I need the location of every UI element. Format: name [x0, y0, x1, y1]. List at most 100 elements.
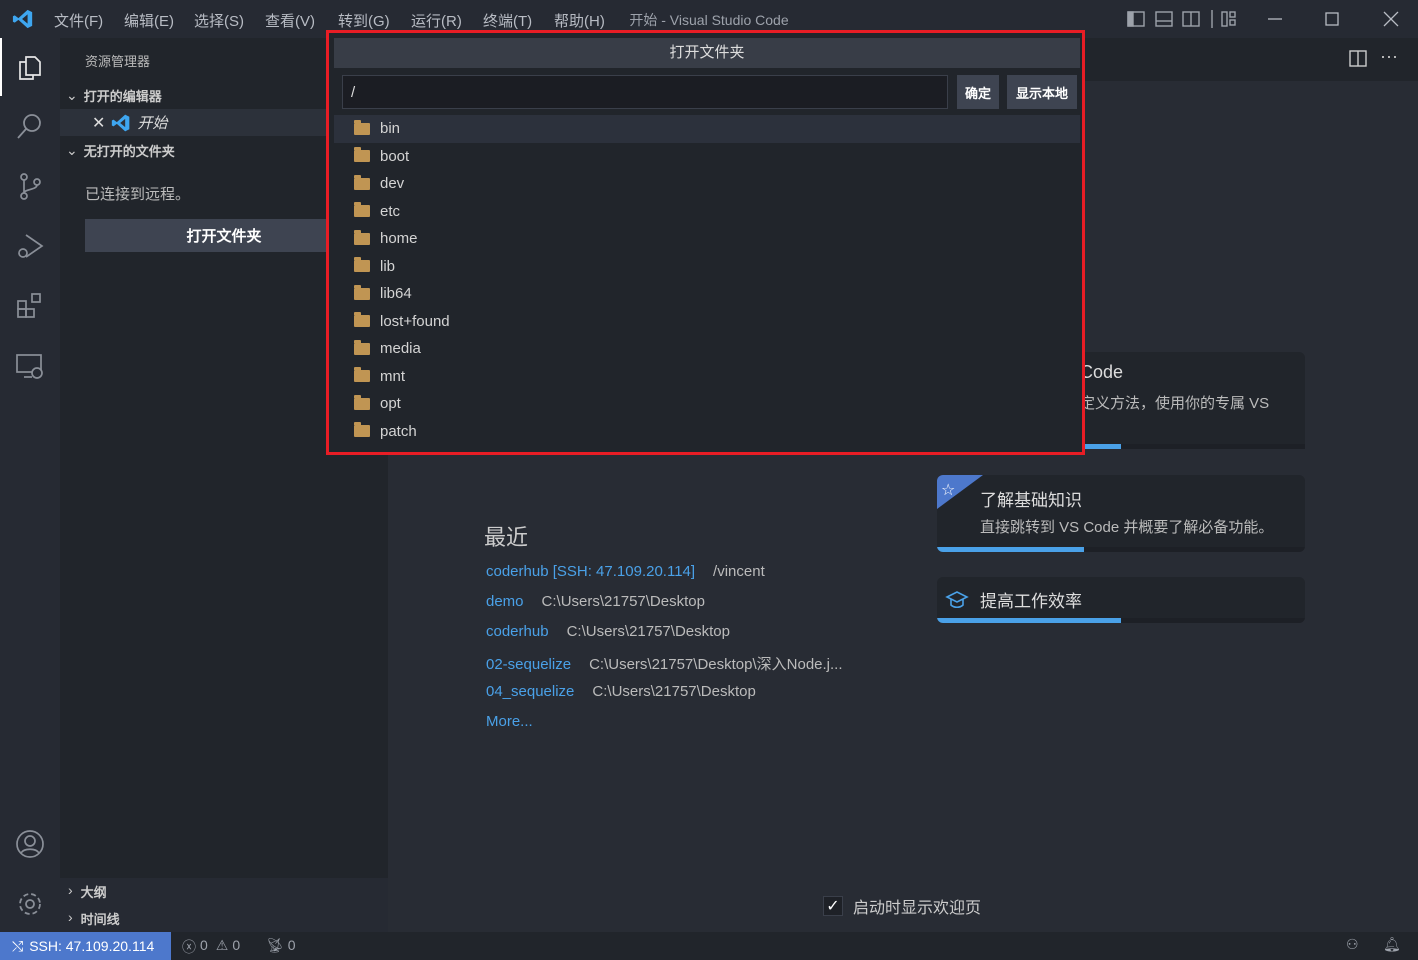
- recent-link[interactable]: 02-sequelize: [486, 656, 571, 673]
- svg-text:☆: ☆: [941, 482, 955, 499]
- folder-name: home: [380, 230, 418, 248]
- menu-selection[interactable]: 选择(S): [194, 10, 244, 31]
- open-folder-dialog: 打开文件夹 确定 显示本地 bin boot dev etc home lib lib64 l…: [326, 30, 1085, 455]
- star-icon: ☆: [937, 475, 983, 509]
- recent-heading: 最近: [484, 525, 529, 550]
- startup-checkbox[interactable]: ✓: [823, 896, 843, 916]
- remote-indicator[interactable]: ⤭ SSH: 47.109.20.114: [0, 932, 171, 960]
- menu-help[interactable]: 帮助(H): [554, 10, 605, 31]
- menu-view[interactable]: 查看(V): [265, 10, 315, 31]
- accounts-icon[interactable]: [0, 816, 60, 872]
- folder-icon: [354, 119, 370, 135]
- folder-name: lib64: [380, 285, 412, 303]
- show-local-button[interactable]: 显示本地: [1007, 75, 1077, 109]
- folder-list-item[interactable]: etc: [334, 198, 1080, 226]
- menu-terminal[interactable]: 终端(T): [483, 10, 532, 31]
- menu-run[interactable]: 运行(R): [411, 10, 462, 31]
- recent-link[interactable]: 04_sequelize: [486, 683, 574, 700]
- walkthrough-card-productivity[interactable]: 提高工作效率: [937, 577, 1305, 623]
- notifications-bell-icon[interactable]: 🔔︎: [1383, 936, 1401, 953]
- vscode-file-icon: [112, 114, 130, 131]
- folder-icon: [354, 284, 370, 300]
- source-control-icon[interactable]: [0, 158, 60, 214]
- folder-list-item[interactable]: lost+found: [334, 308, 1080, 336]
- recent-path: C:\Users\21757\Desktop: [592, 683, 756, 700]
- card-description: 定义方法，使用你的专属 VS: [1080, 395, 1270, 412]
- more-recent-link[interactable]: More...: [486, 713, 533, 730]
- run-debug-icon[interactable]: [0, 218, 60, 274]
- folder-list-item[interactable]: lib64: [334, 280, 1080, 308]
- recent-path: C:\Users\21757\Desktop: [566, 623, 730, 640]
- menu-edit[interactable]: 编辑(E): [124, 10, 174, 31]
- folder-list-item[interactable]: media: [334, 335, 1080, 363]
- split-editor-icon[interactable]: [1348, 50, 1368, 68]
- outline-section[interactable]: › 大纲: [68, 882, 107, 901]
- folder-name: media: [380, 340, 421, 358]
- chevron-right-icon: ›: [68, 882, 73, 898]
- folder-list-item[interactable]: mnt: [334, 363, 1080, 391]
- more-actions-icon[interactable]: ···: [1380, 46, 1398, 67]
- warning-count: 0: [232, 937, 241, 953]
- recent-item: 04_sequelize C:\Users\21757\Desktop: [486, 683, 843, 713]
- recent-link[interactable]: coderhub [SSH: 47.109.20.114]: [486, 563, 695, 580]
- section-label: 打开的编辑器: [83, 88, 162, 104]
- problems-indicator[interactable]: ⓧ 0 ⚠ 0: [182, 937, 240, 957]
- folder-icon: [354, 422, 370, 438]
- folder-icon: [354, 174, 370, 190]
- section-label: 大纲: [80, 885, 107, 900]
- walkthrough-card-basics[interactable]: ☆ 了解基础知识 直接跳转到 VS Code 并概要了解必备功能。: [937, 475, 1305, 552]
- folder-name: lost+found: [380, 312, 450, 330]
- recent-item: 02-sequelize C:\Users\21757\Desktop\深入Nod…: [486, 653, 843, 683]
- folder-list-item[interactable]: lib: [334, 253, 1080, 281]
- folder-name: opt: [380, 395, 401, 413]
- folder-name: dev: [380, 175, 405, 193]
- timeline-section[interactable]: › 时间线: [68, 909, 120, 928]
- recent-path: C:\Users\21757\Desktop: [541, 593, 705, 610]
- open-editor-label: 开始: [137, 115, 168, 132]
- mortarboard-icon: [945, 591, 969, 609]
- search-icon[interactable]: [0, 98, 60, 154]
- folder-list-item[interactable]: boot: [334, 143, 1080, 171]
- customize-layout-icon[interactable]: [1221, 11, 1228, 27]
- show-on-startup[interactable]: ✓ 启动时显示欢迎页: [823, 894, 981, 918]
- recent-path: /vincent: [713, 563, 765, 580]
- folder-name: boot: [380, 147, 410, 165]
- folder-path-input[interactable]: [342, 75, 948, 109]
- folder-list-item[interactable]: patch: [334, 418, 1080, 446]
- connected-message: 已连接到远程。: [85, 186, 191, 203]
- folder-list-item[interactable]: opt: [334, 390, 1080, 418]
- folder-name: mnt: [380, 367, 406, 385]
- error-count: 0: [200, 937, 208, 953]
- folder-icon: [354, 147, 370, 163]
- section-label: 无打开的文件夹: [83, 143, 175, 159]
- open-folder-button[interactable]: 打开文件夹: [85, 219, 363, 252]
- close-window-icon[interactable]: [1383, 11, 1399, 27]
- menu-file[interactable]: 文件(F): [54, 10, 103, 31]
- chevron-down-icon: ⌄: [66, 86, 78, 103]
- settings-gear-icon[interactable]: [0, 876, 60, 932]
- remote-label: SSH: 47.109.20.114: [29, 938, 155, 954]
- ok-button[interactable]: 确定: [957, 75, 999, 109]
- window-controls: [1268, 11, 1399, 27]
- startup-label: 启动时显示欢迎页: [853, 900, 982, 917]
- folder-list-item[interactable]: dev: [334, 170, 1080, 198]
- menu-go[interactable]: 转到(G): [338, 10, 390, 31]
- remote-explorer-icon[interactable]: [0, 338, 60, 394]
- toggle-panel-icon[interactable]: [1155, 11, 1173, 27]
- card-title: 了解基础知识: [980, 491, 1082, 510]
- close-icon[interactable]: ✕: [92, 113, 105, 133]
- recent-path: C:\Users\21757\Desktop\深入Node.j...: [589, 656, 843, 673]
- folder-list-item[interactable]: home: [334, 225, 1080, 253]
- chevron-down-icon: ⌄: [66, 141, 78, 158]
- folder-name: patch: [380, 422, 417, 440]
- folder-list-item[interactable]: bin: [334, 115, 1080, 143]
- maximize-icon[interactable]: [1325, 12, 1339, 26]
- recent-link[interactable]: coderhub: [486, 623, 549, 640]
- ports-indicator[interactable]: 📡︎ 0: [266, 937, 296, 954]
- recent-link[interactable]: demo: [486, 593, 524, 610]
- folder-name: lib: [380, 257, 396, 275]
- explorer-icon[interactable]: [0, 40, 60, 96]
- feedback-icon[interactable]: ⚇: [1346, 936, 1359, 953]
- extensions-icon[interactable]: [0, 278, 60, 334]
- remote-icon: ⤭: [12, 937, 24, 954]
